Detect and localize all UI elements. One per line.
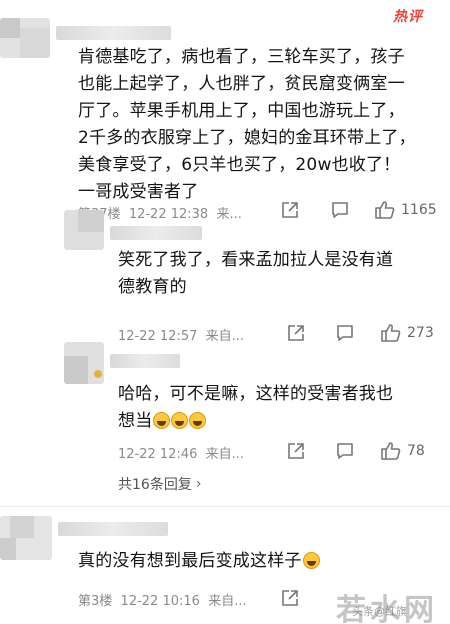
like-count: 1165 [401, 202, 437, 218]
source: 来自... [208, 594, 247, 609]
laughing-emoji-icon [302, 552, 320, 569]
thumbs-up-icon [375, 201, 395, 219]
share-button[interactable] [280, 200, 300, 220]
comment-button[interactable] [335, 323, 355, 343]
timestamp: 12-22 12:46 [118, 447, 198, 462]
share-button[interactable] [280, 588, 300, 608]
comment-text: 肯德基吃了，病也看了，三轮车买了，孩子 也能上起学了，人也胖了，贫民窟变俩室一 … [78, 47, 416, 202]
share-icon [282, 202, 298, 218]
avatar[interactable] [64, 210, 104, 250]
like-button[interactable]: 78 [380, 441, 425, 461]
divider [0, 506, 450, 507]
thumbs-up-icon [381, 324, 401, 342]
like-button[interactable]: 1165 [374, 200, 437, 220]
source: 来自... [205, 329, 245, 344]
comment-meta: 12-22 12:46 来自... [118, 443, 244, 462]
comment-text: 真的没有想到最后变成这样子 [78, 548, 320, 575]
replies-label: 共16条回复 [118, 477, 192, 493]
avatar[interactable] [64, 342, 104, 384]
avatar[interactable] [0, 516, 52, 560]
like-count: 273 [407, 325, 434, 341]
comment-meta: 第3楼 12-22 10:16 来自... [78, 590, 247, 609]
watermark-sub: 头条@红旗 [352, 605, 407, 618]
timestamp: 12-22 12:38 [128, 207, 209, 222]
comment-icon [337, 443, 353, 459]
avatar[interactable] [0, 18, 50, 58]
view-replies-button[interactable]: 共16条回复 › [118, 474, 201, 494]
share-icon [288, 325, 304, 341]
hot-comment-badge: 热评 [393, 4, 437, 28]
username[interactable] [110, 354, 180, 368]
timestamp: 12-22 10:16 [120, 594, 200, 609]
share-button[interactable] [286, 441, 306, 461]
username[interactable] [110, 226, 202, 240]
share-icon [288, 443, 304, 459]
comment-icon [337, 325, 353, 341]
comment-button[interactable] [335, 441, 355, 461]
hot-badge-label: 热评 [393, 9, 423, 25]
floor-number: 第3楼 [78, 594, 113, 609]
share-button[interactable] [286, 323, 306, 343]
username[interactable] [56, 26, 171, 40]
source: 来自... [205, 447, 245, 462]
laughing-emoji-icon [171, 412, 189, 429]
timestamp: 12-22 12:57 [118, 329, 198, 344]
laughing-emoji-icon [153, 412, 171, 429]
source: 来... [216, 207, 242, 222]
comment-text: 笑死了我了，看来孟加拉人是没有道 德教育的 [118, 250, 394, 297]
chevron-right-icon: › [195, 476, 202, 492]
laughing-emoji-icon [189, 412, 207, 429]
comment-button[interactable] [330, 200, 350, 220]
username[interactable] [58, 522, 168, 536]
like-button[interactable]: 273 [380, 323, 434, 343]
share-icon [282, 590, 298, 606]
thumbs-up-icon [381, 442, 401, 460]
comment-meta: 12-22 12:57 来自... [118, 325, 244, 344]
like-count: 78 [407, 443, 425, 459]
comment-text: 哈哈，可不是嘛，这样的受害者我也 想当 [118, 384, 394, 431]
comment-icon [332, 202, 348, 218]
